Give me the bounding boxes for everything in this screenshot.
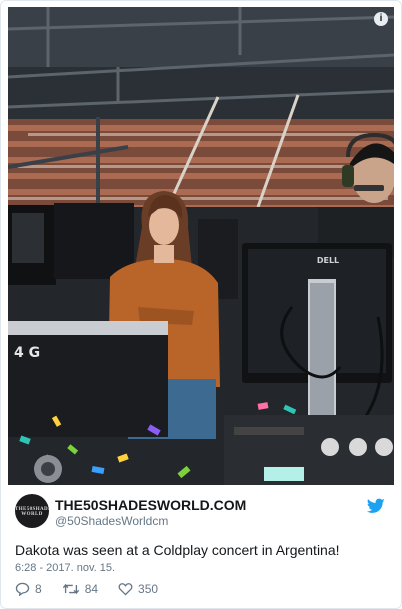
user-handle[interactable]: @50ShadesWorldcm <box>55 514 168 528</box>
reply-count: 8 <box>35 582 42 596</box>
monitor-brand-label: DELL <box>317 256 339 265</box>
avatar[interactable]: THE50SHADES WORLD <box>15 494 49 528</box>
retweet-button[interactable]: 84 <box>62 582 98 596</box>
info-icon[interactable]: i <box>374 12 388 26</box>
reply-button[interactable]: 8 <box>15 582 42 596</box>
tweet-header: THE50SHADES WORLD THE50SHADESWORLD.COM @… <box>15 494 387 530</box>
like-button[interactable]: 350 <box>118 582 158 596</box>
like-count: 350 <box>138 582 159 596</box>
tweet-actions: 8 84 350 <box>15 581 178 597</box>
avatar-logo-text: THE50SHADES WORLD <box>15 507 49 517</box>
like-heart-icon <box>118 583 133 596</box>
tweet-card[interactable]: DELL 4 G i THE50SHAD WORLD THE50SHADESWO… <box>0 0 402 609</box>
tweet-timestamp[interactable]: 6:28 - 2017. nov. 15. <box>15 562 115 574</box>
retweet-icon <box>62 583 79 595</box>
display-name[interactable]: THE50SHADESWORLD.COM <box>55 497 246 513</box>
twitter-bird-icon[interactable] <box>367 498 385 514</box>
tweet-text: Dakota was seen at a Coldplay concert in… <box>15 542 340 558</box>
concert-photo: DELL 4 G <box>8 7 394 485</box>
tweet-photo[interactable]: DELL 4 G i <box>8 7 394 485</box>
retweet-count: 84 <box>84 582 99 596</box>
case-label: 4 G <box>14 345 40 361</box>
reply-icon <box>15 582 30 596</box>
